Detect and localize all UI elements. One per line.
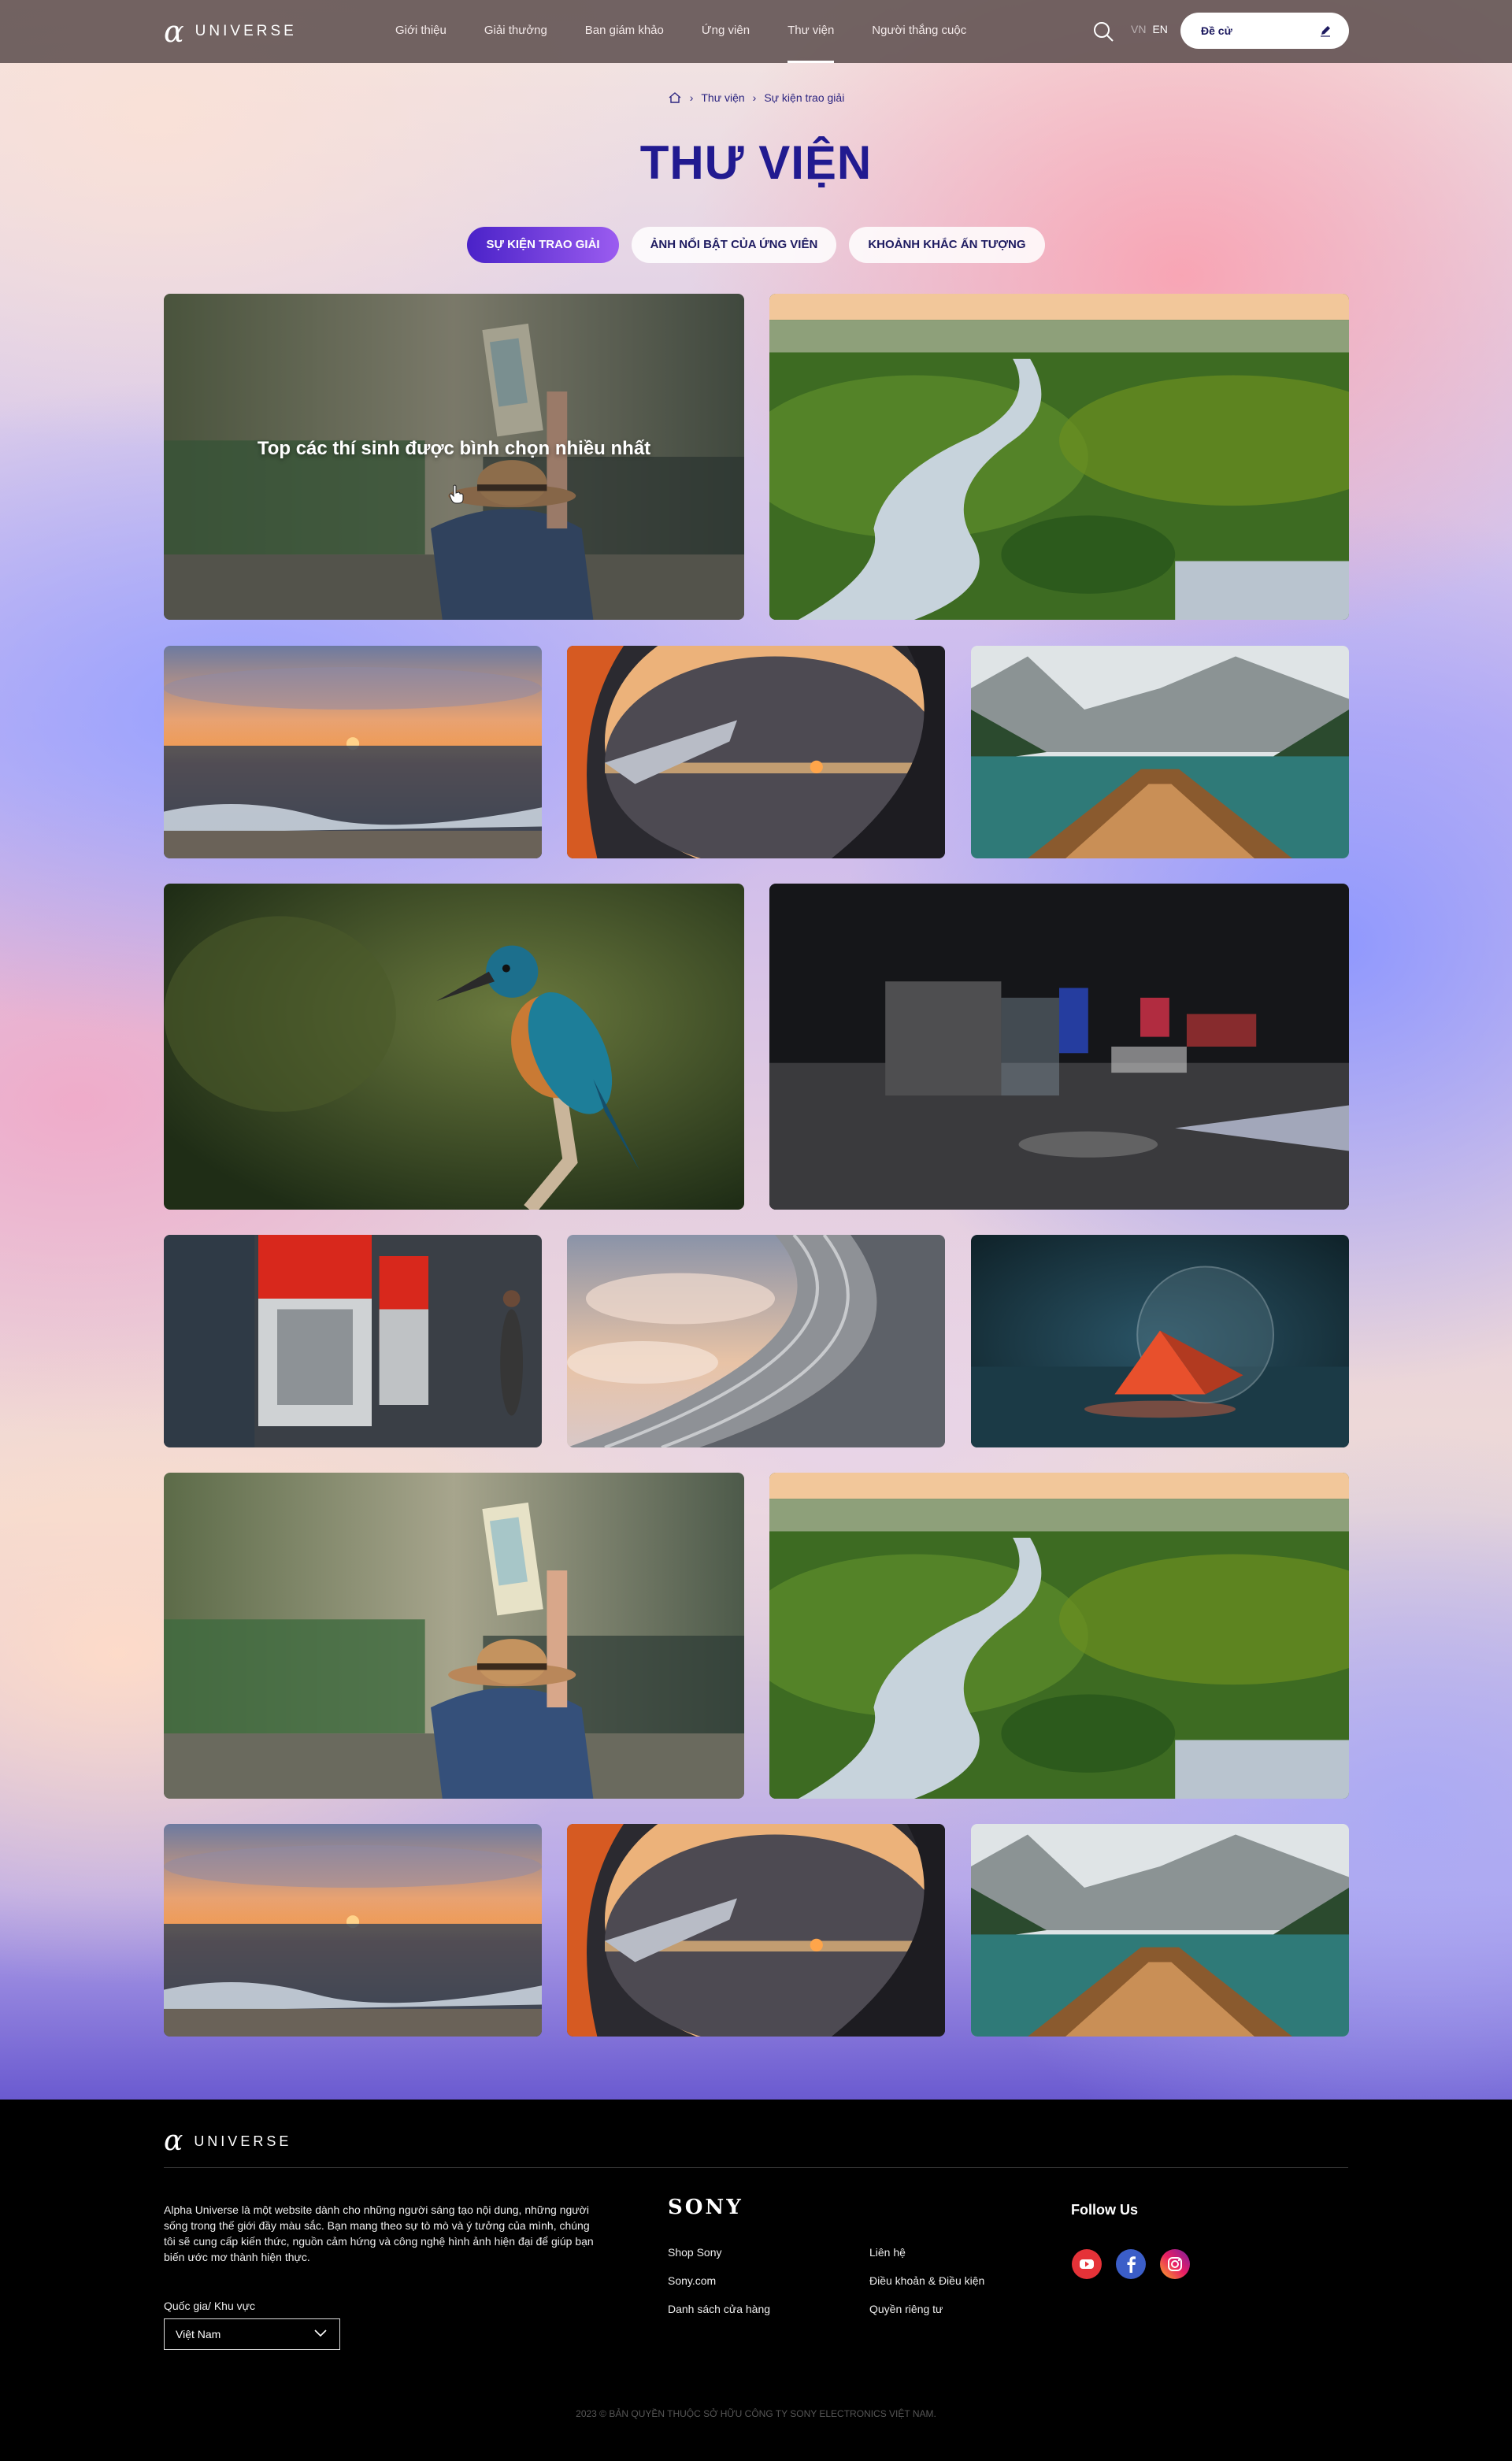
main-nav: Giới thiệu Giải thưởng Ban giám khảo Ứng… [395, 0, 1004, 63]
gallery-photo-dark-exhibition-hall[interactable] [769, 884, 1349, 1210]
nav-item-thu-vien[interactable]: Thư viện [788, 0, 835, 63]
nav-item-ban-giam-khao[interactable]: Ban giám khảo [585, 0, 664, 63]
gallery-photo-lake-boat-mountains[interactable] [971, 646, 1349, 858]
gallery-photo-airplane-window[interactable] [567, 646, 945, 858]
nav-item-nguoi-thang-cuoc[interactable]: Người thắng cuộc [872, 0, 966, 63]
chevron-right-icon: › [689, 91, 694, 104]
gallery-photo-sea-sunset[interactable] [164, 646, 542, 858]
gallery-photo-river-forest-aerial[interactable] [769, 1473, 1349, 1799]
nominate-button[interactable]: Đề cử [1180, 13, 1349, 49]
page-title: THƯ VIỆN [639, 136, 873, 189]
footer-logo-mark: α [164, 2125, 183, 2157]
footer-divider [164, 2167, 1348, 2168]
chevron-right-icon: › [752, 91, 757, 104]
breadcrumb-item[interactable]: Thư viện [701, 91, 744, 104]
gallery-photo-woman-with-map[interactable] [164, 1473, 744, 1799]
instagram-icon[interactable] [1160, 2249, 1190, 2279]
youtube-icon[interactable] [1072, 2249, 1102, 2279]
language-switcher: VN EN [1131, 23, 1168, 35]
nav-item-giai-thuong[interactable]: Giải thưởng [484, 0, 547, 63]
copyright: 2023 © BẢN QUYỀN THUỘC SỞ HỮU CÔNG TY SO… [576, 2408, 936, 2419]
home-icon[interactable] [668, 91, 682, 104]
mouse-cursor-icon [449, 484, 465, 505]
hover-caption: Top các thí sinh được bình chọn nhiều nh… [257, 438, 651, 459]
pen-icon [1321, 26, 1330, 37]
lang-vn[interactable]: VN [1131, 23, 1146, 35]
lang-en[interactable]: EN [1152, 23, 1167, 35]
gallery-photo-sky-curved-building[interactable] [567, 1235, 945, 1447]
gallery-photo-crystal-ball-prism[interactable] [971, 1235, 1349, 1447]
breadcrumb: › Thư viện › Sự kiện trao giải [0, 91, 1512, 104]
gallery-photo-kingfisher[interactable] [164, 884, 744, 1210]
gallery-photo-lake-boat-mountains[interactable] [971, 1824, 1349, 2037]
gallery-photo-woman-with-map[interactable]: Top các thí sinh được bình chọn nhiều nh… [164, 294, 744, 620]
link-contact[interactable]: Liên hệ [869, 2246, 906, 2259]
logo-text: UNIVERSE [195, 23, 297, 39]
site-header: α UNIVERSE Giới thiệu Giải thưởng Ban gi… [0, 0, 1512, 63]
sony-logo[interactable]: SONY [668, 2196, 743, 2219]
link-shop-sony[interactable]: Shop Sony [668, 2246, 722, 2259]
nav-item-ung-vien[interactable]: Ứng viên [702, 0, 750, 63]
follow-us-title: Follow Us [1071, 2202, 1138, 2218]
chevron-down-icon [314, 2329, 327, 2337]
gallery-photo-sea-sunset[interactable] [164, 1824, 542, 2037]
region-value: Việt Nam [176, 2328, 221, 2341]
facebook-icon[interactable] [1116, 2249, 1146, 2279]
link-sony-com[interactable]: Sony.com [668, 2274, 716, 2287]
link-privacy[interactable]: Quyền riêng tư [869, 2303, 943, 2315]
breadcrumb-item-current: Sự kiện trao giải [764, 91, 845, 104]
nominate-label: Đề cử [1201, 24, 1232, 37]
gallery-photo-river-forest-aerial[interactable] [769, 294, 1349, 620]
tab-anh-noi-bat[interactable]: ẢNH NỔI BẬT CỦA ỨNG VIÊN [631, 227, 837, 263]
gallery-photo-red-wall-architecture[interactable] [164, 1235, 542, 1447]
link-store-list[interactable]: Danh sách cửa hàng [668, 2303, 770, 2315]
region-label: Quốc gia/ Khu vực [164, 2300, 255, 2312]
footer-logo-text: UNIVERSE [194, 2133, 292, 2149]
gallery-tabs: SỰ KIỆN TRAO GIẢI ẢNH NỔI BẬT CỦA ỨNG VI… [0, 227, 1512, 263]
tab-khoanh-khac[interactable]: KHOẢNH KHẮC ẤN TƯỢNG [849, 227, 1045, 263]
footer-logo[interactable]: α UNIVERSE [164, 2125, 292, 2157]
search-icon[interactable] [1092, 20, 1114, 43]
logo-mark: α [164, 14, 184, 49]
link-terms[interactable]: Điều khoản & Điều kiện [869, 2274, 984, 2287]
site-footer: α UNIVERSE Alpha Universe là một website… [0, 2100, 1512, 2461]
nav-item-gioi-thieu[interactable]: Giới thiệu [395, 0, 447, 63]
tab-su-kien-trao-giai[interactable]: SỰ KIỆN TRAO GIẢI [467, 227, 619, 263]
region-select[interactable]: Việt Nam [164, 2318, 340, 2350]
gallery-photo-airplane-window[interactable] [567, 1824, 945, 2037]
logo[interactable]: α UNIVERSE [164, 17, 297, 46]
footer-about-text: Alpha Universe là một website dành cho n… [164, 2203, 594, 2263]
